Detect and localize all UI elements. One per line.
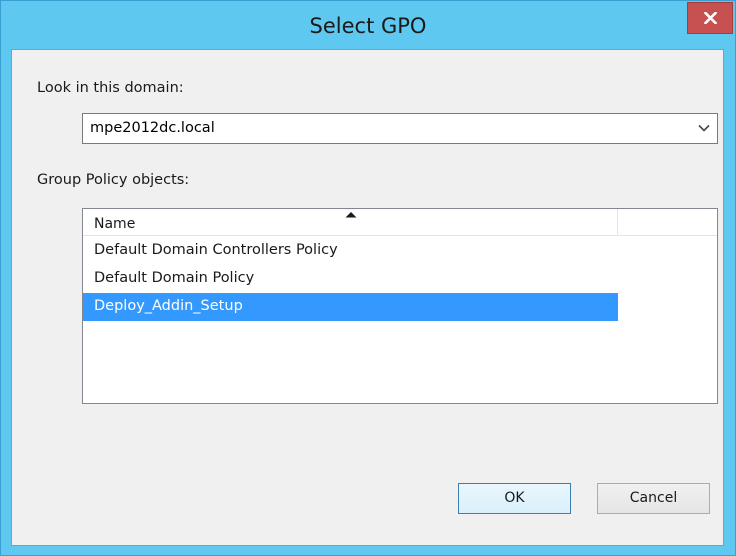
domain-label: Look in this domain:: [37, 80, 184, 96]
column-header-empty[interactable]: [618, 209, 717, 235]
column-header-name[interactable]: Name: [83, 209, 618, 235]
ok-button[interactable]: OK: [458, 483, 571, 514]
close-button[interactable]: [687, 2, 733, 34]
list-item-selected[interactable]: Deploy_Addin_Setup: [83, 293, 618, 321]
list-item-label: Default Domain Policy: [94, 270, 255, 286]
title-bar[interactable]: Select GPO: [1, 1, 735, 49]
sort-ascending-icon: [345, 212, 357, 218]
dialog-title: Select GPO: [309, 14, 427, 38]
select-gpo-dialog: Select GPO Look in this domain: mpe2012d…: [0, 0, 736, 556]
gpo-label: Group Policy objects:: [37, 172, 190, 188]
close-icon: [704, 12, 717, 24]
domain-select[interactable]: mpe2012dc.local: [82, 113, 718, 144]
list-item[interactable]: Default Domain Policy: [83, 265, 618, 293]
chevron-down-icon[interactable]: [698, 124, 710, 132]
column-header-name-label: Name: [94, 216, 136, 232]
list-item[interactable]: Default Domain Controllers Policy: [83, 237, 618, 265]
dialog-body: Look in this domain: mpe2012dc.local Gro…: [11, 49, 724, 546]
list-header: Name: [83, 209, 717, 236]
gpo-list[interactable]: Name Default Domain Controllers Policy D…: [82, 208, 718, 404]
cancel-button[interactable]: Cancel: [597, 483, 710, 514]
domain-select-value: mpe2012dc.local: [90, 120, 215, 136]
list-item-label: Default Domain Controllers Policy: [94, 242, 338, 258]
list-item-label: Deploy_Addin_Setup: [94, 298, 243, 314]
